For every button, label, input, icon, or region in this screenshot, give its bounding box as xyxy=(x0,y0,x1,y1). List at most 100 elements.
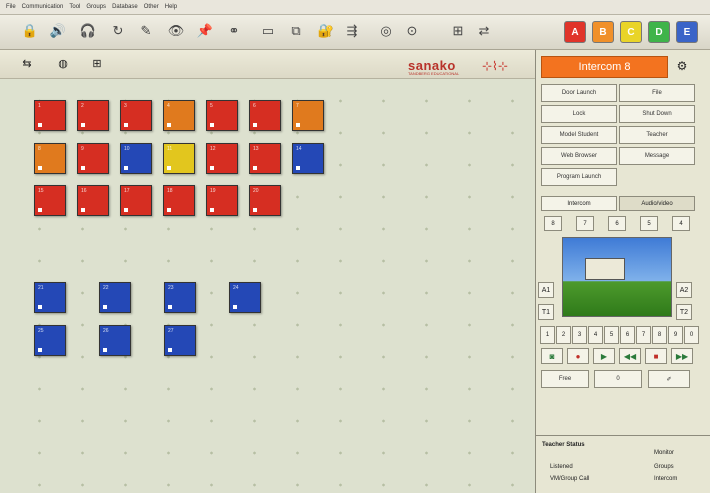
speaker-icon[interactable]: 🔊 xyxy=(48,21,68,41)
keypad-button[interactable]: 1 xyxy=(540,326,555,344)
volume-button[interactable]: T1 xyxy=(538,304,554,320)
student-seat[interactable]: 25 xyxy=(34,325,66,356)
menu-item[interactable]: Database xyxy=(112,4,138,10)
student-seat[interactable]: 18 xyxy=(163,185,195,216)
channel-button[interactable]: 8 xyxy=(544,216,562,231)
panel-button-web-browser[interactable]: Web Browser xyxy=(541,147,617,165)
keypad-button[interactable]: 0 xyxy=(684,326,699,344)
settings-icon[interactable]: ⚙ xyxy=(672,56,692,76)
student-seat[interactable]: 7 xyxy=(292,100,324,131)
volume-button[interactable]: T2 xyxy=(676,304,692,320)
student-seat[interactable]: 4 xyxy=(163,100,195,131)
volume-button[interactable]: A1 xyxy=(538,282,554,298)
channel-button[interactable]: 7 xyxy=(576,216,594,231)
group-button-b[interactable]: B xyxy=(592,21,614,43)
network-icon[interactable]: ◍ xyxy=(54,55,72,71)
pin-icon[interactable]: 📌 xyxy=(195,21,215,41)
keypad-button[interactable]: 8 xyxy=(652,326,667,344)
send-file-icon[interactable]: ⇶ xyxy=(342,21,362,41)
seat-indicator xyxy=(296,123,300,127)
student-seat[interactable]: 21 xyxy=(34,282,66,313)
lock-icon[interactable]: 🔒 xyxy=(20,21,40,41)
rewind-icon[interactable]: ◀◀ xyxy=(619,348,641,364)
panel-button-lock[interactable]: Lock xyxy=(541,105,617,123)
student-seat[interactable]: 2 xyxy=(77,100,109,131)
panel-button-door-launch[interactable]: Door Launch xyxy=(541,84,617,102)
panel-button-model-student[interactable]: Model Student xyxy=(541,126,617,144)
fast-forward-icon[interactable]: ▶▶ xyxy=(671,348,693,364)
student-seat[interactable]: 10 xyxy=(120,143,152,174)
translate-icon[interactable]: ⇄ xyxy=(474,21,494,41)
student-seat[interactable]: 15 xyxy=(34,185,66,216)
group-button-c[interactable]: C xyxy=(620,21,642,43)
student-seat[interactable]: 19 xyxy=(206,185,238,216)
student-seat[interactable]: 20 xyxy=(249,185,281,216)
keypad-button[interactable]: 7 xyxy=(636,326,651,344)
group-button-e[interactable]: E xyxy=(676,21,698,43)
keypad-button[interactable]: 2 xyxy=(556,326,571,344)
keypad-button[interactable]: 4 xyxy=(588,326,603,344)
refresh-icon[interactable]: ↻ xyxy=(108,21,128,41)
record-mode-icon[interactable]: ◙ xyxy=(541,348,563,364)
panel-button-file[interactable]: File xyxy=(619,84,695,102)
student-seat[interactable]: 17 xyxy=(120,185,152,216)
menu-item[interactable]: File xyxy=(6,4,16,10)
keypad-button[interactable]: 6 xyxy=(620,326,635,344)
student-seat[interactable]: 3 xyxy=(120,100,152,131)
student-seat[interactable]: 23 xyxy=(164,282,196,313)
student-seat[interactable]: 5 xyxy=(206,100,238,131)
group-button-d[interactable]: D xyxy=(648,21,670,43)
channel-button[interactable]: 4 xyxy=(672,216,690,231)
group-button-a[interactable]: A xyxy=(564,21,586,43)
student-seat[interactable]: 14 xyxy=(292,143,324,174)
padlock-icon[interactable]: 🔐 xyxy=(316,21,336,41)
keypad-button[interactable]: 5 xyxy=(604,326,619,344)
stop-icon[interactable]: ■ xyxy=(645,348,667,364)
panel-bottom-button[interactable]: Free xyxy=(541,370,589,388)
menu-item[interactable]: Help xyxy=(165,4,177,10)
pen-icon[interactable]: ✎ xyxy=(136,21,156,41)
headset-icon[interactable]: 🎧 xyxy=(78,21,98,41)
keypad-button[interactable]: 3 xyxy=(572,326,587,344)
tab-intercom[interactable]: Intercom xyxy=(541,196,617,211)
tab-audio-video[interactable]: Audio/video xyxy=(619,196,695,211)
pair-icon[interactable]: ⊞ xyxy=(448,21,468,41)
student-seat[interactable]: 26 xyxy=(99,325,131,356)
panel-bottom-button[interactable]: 0 xyxy=(594,370,642,388)
record-icon[interactable]: ● xyxy=(567,348,589,364)
panel-button-message[interactable]: Message xyxy=(619,147,695,165)
student-seat[interactable]: 22 xyxy=(99,282,131,313)
student-seat[interactable]: 9 xyxy=(77,143,109,174)
play-icon[interactable]: ▶ xyxy=(593,348,615,364)
student-seat[interactable]: 8 xyxy=(34,143,66,174)
panel-button-program-launch[interactable]: Program Launch xyxy=(541,168,617,186)
student-seat[interactable]: 6 xyxy=(249,100,281,131)
pen-tool-icon[interactable]: ✐ xyxy=(648,370,690,388)
panel-button-teacher[interactable]: Teacher xyxy=(619,126,695,144)
menu-item[interactable]: Communication xyxy=(22,4,64,10)
eye-icon[interactable]: 👁 xyxy=(166,21,186,41)
volume-button[interactable]: A2 xyxy=(676,282,692,298)
student-seat[interactable]: 13 xyxy=(249,143,281,174)
menu-item[interactable]: Tool xyxy=(69,4,80,10)
panel-button-shut-down[interactable]: Shut Down xyxy=(619,105,695,123)
channel-button[interactable]: 5 xyxy=(640,216,658,231)
globe-icon[interactable]: ◎ xyxy=(376,21,396,41)
student-seat[interactable]: 16 xyxy=(77,185,109,216)
student-seat[interactable]: 12 xyxy=(206,143,238,174)
menu-item[interactable]: Other xyxy=(144,4,159,10)
record-icon[interactable]: ⊙ xyxy=(402,21,422,41)
channel-button[interactable]: 6 xyxy=(608,216,626,231)
monitor-icon[interactable]: ▭ xyxy=(258,21,278,41)
group-icon[interactable]: ⚭ xyxy=(224,21,244,41)
student-seat[interactable]: 1 xyxy=(34,100,66,131)
keypad-button[interactable]: 9 xyxy=(668,326,683,344)
student-screen-preview[interactable] xyxy=(562,237,672,317)
student-seat[interactable]: 27 xyxy=(164,325,196,356)
student-list-icon[interactable]: ⇆ xyxy=(18,55,36,71)
menu-item[interactable]: Groups xyxy=(86,4,106,10)
student-seat[interactable]: 11 xyxy=(163,143,195,174)
student-seat[interactable]: 24 xyxy=(229,282,261,313)
student-screen-icon[interactable]: ⧉ xyxy=(286,21,306,41)
layout-icon[interactable]: ⊞ xyxy=(88,55,106,71)
